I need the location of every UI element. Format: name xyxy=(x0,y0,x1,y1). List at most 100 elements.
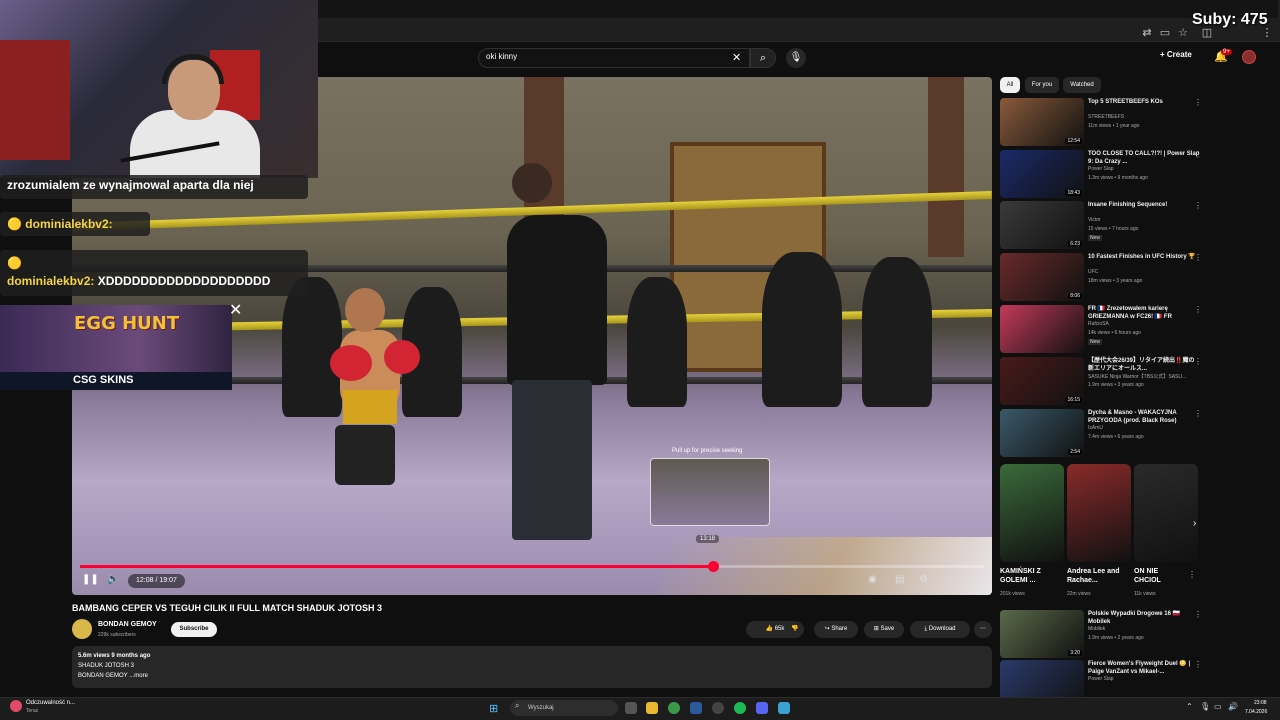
rec-video-item[interactable]: 12:54 Top 5 STREETBEEFS KOs STREETBEEFS 11m… xyxy=(1000,98,1202,146)
rec-more-icon[interactable]: ⋮ xyxy=(1194,610,1202,619)
account-avatar[interactable] xyxy=(1242,50,1256,64)
rec-thumbnail[interactable]: 2:54 xyxy=(1000,409,1084,457)
subscribe-button[interactable]: Subscribe xyxy=(171,622,217,637)
rec-title[interactable]: Polskie Wypadki Drogowe 16 🇵🇱 Mobilek xyxy=(1088,610,1200,626)
rec-channel[interactable]: Victor xyxy=(1088,217,1101,223)
steam-icon[interactable] xyxy=(690,702,702,714)
file-explorer-icon[interactable] xyxy=(646,702,658,714)
rec-channel[interactable]: IsAmU xyxy=(1088,425,1103,431)
rec-video-item[interactable]: 6:23 Insane Finishing Sequence! Victor 15 v… xyxy=(1000,201,1202,249)
rec-channel[interactable]: STREETBEEFS xyxy=(1088,114,1124,120)
create-button[interactable]: + Create xyxy=(1160,50,1192,59)
rec-more-icon[interactable]: ⋮ xyxy=(1194,253,1202,262)
task-view-icon[interactable] xyxy=(625,702,637,714)
chrome-icon[interactable] xyxy=(668,702,680,714)
clock-time[interactable]: 23:08 xyxy=(1254,700,1267,706)
rec-title[interactable]: 【歴代大会26/39】リタイア続出‼️魔の新エリアにオールス... xyxy=(1088,357,1200,373)
rec-video-item[interactable]: 8:06 10 Fastest Finishes in UFC History 🏆… xyxy=(1000,253,1202,301)
notification-title[interactable]: Odczuwalność n... xyxy=(26,700,75,706)
clock-date[interactable]: 7.04.2026 xyxy=(1245,709,1267,715)
chip-all[interactable]: All xyxy=(1000,77,1020,93)
search-input[interactable] xyxy=(478,48,750,68)
rec-more-icon[interactable]: ⋮ xyxy=(1194,357,1202,366)
tray-chevron-icon[interactable]: ⌃ xyxy=(1186,702,1193,711)
settings-gear-icon[interactable]: ⚙ xyxy=(919,574,928,585)
rec-title[interactable]: 10 Fastest Finishes in UFC History 🏆 xyxy=(1088,253,1200,261)
subtitles-icon[interactable]: ▤ xyxy=(895,574,904,585)
weather-widget-icon[interactable] xyxy=(10,700,22,712)
channel-name[interactable]: BONDAN GEMOY xyxy=(98,621,157,628)
cast-icon[interactable]: ▭ xyxy=(1158,26,1172,40)
close-icon[interactable]: ✕ xyxy=(229,300,242,320)
dislike-button[interactable]: 👎 xyxy=(784,621,806,638)
fullscreen-icon[interactable]: ⤢ xyxy=(966,574,974,585)
discord-icon[interactable] xyxy=(756,702,768,714)
rec-video-item[interactable]: 18:43 TOO CLOSE TO CALL?!?! | Power Slap … xyxy=(1000,150,1202,198)
rec-video-item[interactable]: 2:54 Dycha & Masno - WAKACYJNA PRZYGODA (… xyxy=(1000,409,1202,457)
notepad-icon[interactable] xyxy=(778,702,790,714)
rec-thumbnail[interactable]: 6:23 xyxy=(1000,201,1084,249)
rec-channel[interactable]: Power Slap xyxy=(1088,166,1114,172)
rec-more-icon[interactable]: ⋮ xyxy=(1194,201,1202,210)
bookmark-star-icon[interactable]: ☆ xyxy=(1176,26,1190,40)
description-box[interactable] xyxy=(72,646,992,688)
windows-start-icon[interactable]: ⊞ xyxy=(489,702,498,715)
more-actions-button[interactable]: ⋯ xyxy=(974,621,992,638)
short-thumbnail[interactable] xyxy=(1067,464,1131,562)
rec-channel[interactable]: Mobilek xyxy=(1088,626,1105,632)
spotify-icon[interactable] xyxy=(734,702,746,714)
rec-video-item[interactable]: 3:20 Polskie Wypadki Drogowe 16 🇵🇱 Mobile… xyxy=(1000,610,1202,658)
rec-channel[interactable]: UFC xyxy=(1088,269,1098,275)
rec-title[interactable]: Top 5 STREETBEEFS KOs xyxy=(1088,98,1200,106)
rec-channel[interactable]: RafcioSA xyxy=(1088,321,1109,327)
mic-tray-icon[interactable]: 🎙 xyxy=(1200,702,1210,711)
clear-search-icon[interactable]: ✕ xyxy=(732,51,741,64)
short-title[interactable]: Andrea Lee and Rachae... xyxy=(1067,567,1129,585)
short-thumbnail[interactable] xyxy=(1000,464,1064,562)
pause-icon[interactable]: ❚❚ xyxy=(82,574,99,585)
rec-title[interactable]: FR 🇫🇷 Zrezetowałem karierę GRIEZMANNA w … xyxy=(1088,305,1200,321)
short-title[interactable]: ON NIE CHCIOL xyxy=(1134,567,1184,585)
rec-thumbnail[interactable]: 3:20 xyxy=(1000,610,1084,658)
progress-scrubber[interactable] xyxy=(707,561,719,572)
channel-avatar[interactable] xyxy=(72,619,92,639)
volume-icon[interactable]: 🔈 xyxy=(107,574,119,585)
theater-mode-icon[interactable]: ▭ xyxy=(943,574,952,585)
display-icon[interactable]: ▭ xyxy=(1214,702,1222,711)
shorts-next-icon[interactable]: › xyxy=(1193,518,1196,529)
description-more[interactable]: BONDAN GEMOY ...more xyxy=(78,673,148,679)
taskbar-search[interactable]: Wyszukaj xyxy=(510,700,618,716)
rec-video-item[interactable]: FR 🇫🇷 Zrezetowałem karierę GRIEZMANNA w … xyxy=(1000,305,1202,353)
rec-channel[interactable]: SASUKE Ninja Warrior【TBS公式】SASU... xyxy=(1088,373,1186,380)
rec-channel[interactable]: Power Slap xyxy=(1088,676,1114,682)
rec-title[interactable]: Fierce Women's Flyweight Duel 😳 | Paige … xyxy=(1088,660,1200,676)
short-title[interactable]: KAMIŃSKI Z GOLEMI ... xyxy=(1000,567,1062,585)
speaker-icon[interactable]: 🔊 xyxy=(1228,702,1238,711)
autoplay-toggle-icon[interactable]: ◉ xyxy=(868,574,877,585)
rec-more-icon[interactable]: ⋮ xyxy=(1194,305,1202,314)
short-thumbnail[interactable] xyxy=(1134,464,1198,562)
rec-thumbnail[interactable]: 16:15 xyxy=(1000,357,1084,405)
rec-thumbnail[interactable]: 12:54 xyxy=(1000,98,1084,146)
download-button[interactable]: ⤓ Download xyxy=(910,621,970,638)
rec-thumbnail[interactable] xyxy=(1000,305,1084,353)
rec-more-icon[interactable]: ⋮ xyxy=(1194,409,1202,418)
short-more-icon[interactable]: ⋮ xyxy=(1188,570,1196,579)
rec-thumbnail[interactable]: 8:06 xyxy=(1000,253,1084,301)
translate-icon[interactable]: ⇄ xyxy=(1140,26,1154,40)
voice-search-button[interactable]: 🎙 xyxy=(786,48,806,68)
search-query[interactable]: oki kinny xyxy=(486,52,517,61)
rec-more-icon[interactable]: ⋮ xyxy=(1194,150,1202,159)
rec-more-icon[interactable]: ⋮ xyxy=(1194,660,1202,669)
chip-watched[interactable]: Watched xyxy=(1063,77,1101,93)
app-icon[interactable] xyxy=(712,702,724,714)
rec-video-item[interactable]: 16:15 【歴代大会26/39】リタイア続出‼️魔の新エリアにオールス... SA… xyxy=(1000,357,1202,405)
chip-for-you[interactable]: For you xyxy=(1025,77,1059,93)
save-button[interactable]: ⊞ Save xyxy=(864,621,904,638)
rec-title[interactable]: TOO CLOSE TO CALL?!?! | Power Slap 9: Da… xyxy=(1088,150,1200,166)
rec-title[interactable]: Dycha & Masno - WAKACYJNA PRZYGODA (prod… xyxy=(1088,409,1200,425)
rec-thumbnail[interactable]: 18:43 xyxy=(1000,150,1084,198)
share-button[interactable]: ↪ Share xyxy=(814,621,858,638)
search-button[interactable]: ⌕ xyxy=(750,48,776,68)
rec-title[interactable]: Insane Finishing Sequence! xyxy=(1088,201,1200,209)
